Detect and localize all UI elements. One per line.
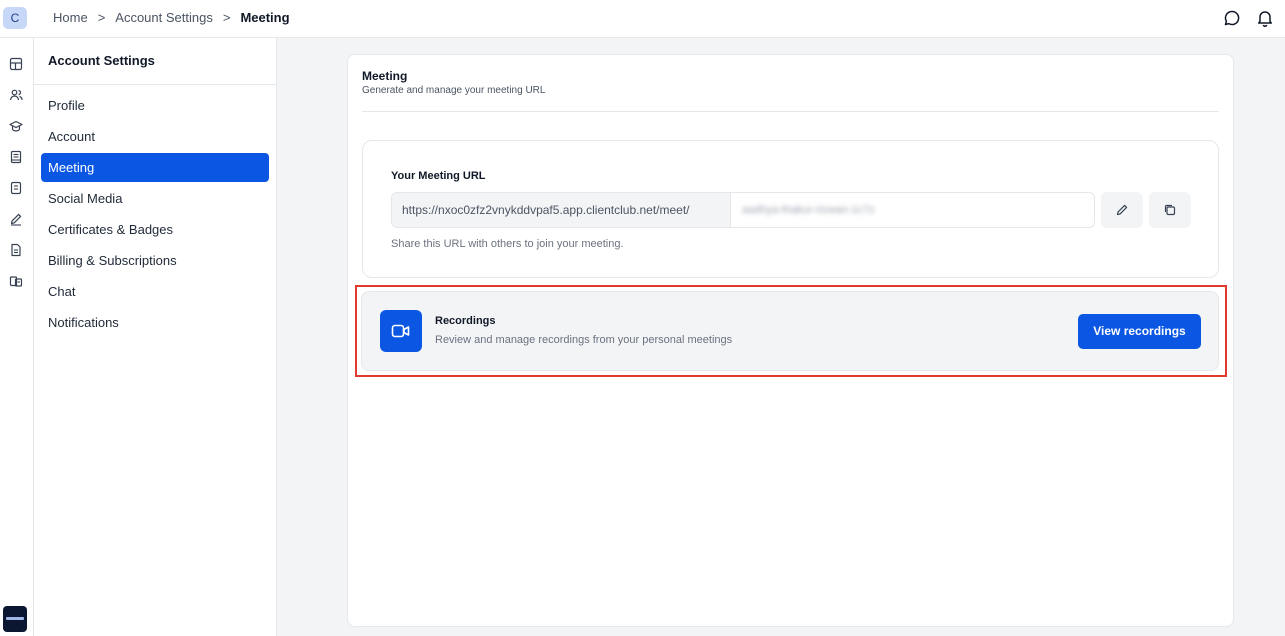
breadcrumb-home[interactable]: Home xyxy=(53,10,88,25)
layout-icon[interactable] xyxy=(9,57,23,71)
meeting-title: Meeting xyxy=(362,69,408,83)
recordings-description: Review and manage recordings from your p… xyxy=(435,334,733,346)
courses-icon[interactable] xyxy=(9,274,23,288)
nav-item-billing-subscriptions[interactable]: Billing & Subscriptions xyxy=(41,246,269,275)
copy-url-button[interactable] xyxy=(1149,192,1191,228)
users-icon[interactable] xyxy=(9,88,23,102)
video-camera-icon xyxy=(380,310,422,352)
breadcrumb-separator: > xyxy=(222,10,231,25)
nav-item-profile[interactable]: Profile xyxy=(41,91,269,120)
app-logo[interactable] xyxy=(3,606,27,632)
meeting-url-prefix: https://nxoc0zfz2vnykddvpaf5.app.clientc… xyxy=(392,193,731,227)
meeting-url-field[interactable]: https://nxoc0zfz2vnykddvpaf5.app.clientc… xyxy=(391,192,1095,228)
settings-title: Account Settings xyxy=(34,38,276,85)
book-icon[interactable] xyxy=(9,150,23,164)
meeting-url-slug[interactable]: aadhya-thakur-rizwan-1c7z xyxy=(742,193,875,227)
meeting-url-help: Share this URL with others to join your … xyxy=(391,238,624,250)
account-settings-sidebar: Account Settings Profile Account Meeting… xyxy=(34,38,277,636)
nav-item-certificates-badges[interactable]: Certificates & Badges xyxy=(41,215,269,244)
meeting-subtitle: Generate and manage your meeting URL xyxy=(362,85,546,96)
recordings-card: Recordings Review and manage recordings … xyxy=(361,291,1219,371)
app-rail xyxy=(0,38,34,636)
meeting-url-label: Your Meeting URL xyxy=(391,170,486,182)
settings-nav-list: Profile Account Meeting Social Media Cer… xyxy=(34,91,276,337)
nav-item-chat[interactable]: Chat xyxy=(41,277,269,306)
chat-bubble-icon[interactable] xyxy=(1222,8,1242,28)
breadcrumb-separator: > xyxy=(97,10,106,25)
bell-icon[interactable] xyxy=(1255,8,1275,28)
nav-item-social-media[interactable]: Social Media xyxy=(41,184,269,213)
nav-item-account[interactable]: Account xyxy=(41,122,269,151)
file-text-icon[interactable] xyxy=(9,243,23,257)
breadcrumb-account-settings[interactable]: Account Settings xyxy=(115,10,213,25)
copy-icon xyxy=(1164,204,1176,216)
graduation-cap-icon[interactable] xyxy=(9,119,23,133)
document-icon[interactable] xyxy=(9,181,23,195)
meeting-url-card: Your Meeting URL https://nxoc0zfz2vnykdd… xyxy=(362,140,1219,278)
nav-item-notifications[interactable]: Notifications xyxy=(41,308,269,337)
pen-icon[interactable] xyxy=(9,212,23,226)
top-bar: C Home > Account Settings > Meeting xyxy=(0,0,1285,38)
recordings-title: Recordings xyxy=(435,315,496,327)
edit-url-button[interactable] xyxy=(1101,192,1143,228)
breadcrumb: Home > Account Settings > Meeting xyxy=(53,10,290,25)
breadcrumb-current: Meeting xyxy=(240,10,290,25)
user-avatar[interactable]: C xyxy=(3,7,27,29)
pencil-icon xyxy=(1116,204,1128,216)
nav-item-meeting[interactable]: Meeting xyxy=(41,153,269,182)
view-recordings-button[interactable]: View recordings xyxy=(1078,314,1201,349)
meeting-header: Meeting Generate and manage your meeting… xyxy=(362,69,1219,112)
